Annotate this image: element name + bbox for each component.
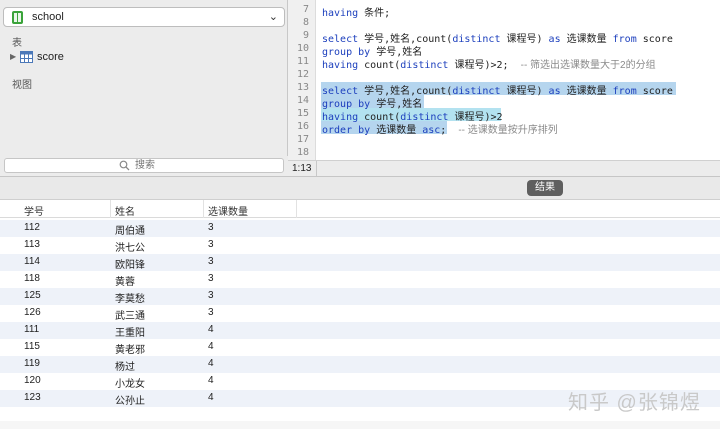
code-line-16: order by 选课数量 asc; -- 选课数量按升序排列: [322, 125, 558, 136]
line-number: 13: [296, 82, 309, 93]
code-line-13: select 学号,姓名,count(distinct 课程号) as 选课数量…: [322, 86, 673, 97]
column-header[interactable]: 学号: [24, 203, 44, 218]
search-field[interactable]: [4, 158, 284, 173]
line-number: 11: [296, 56, 309, 67]
line-number: 18: [296, 147, 309, 158]
line-number: 15: [296, 108, 309, 119]
code-line-14: group by 学号,姓名: [322, 99, 423, 110]
table-row[interactable]: 115 黄老邪 4: [0, 339, 720, 356]
horizontal-scrollbar[interactable]: [0, 421, 720, 429]
column-header[interactable]: 选课数量: [208, 203, 248, 218]
line-number: 9: [302, 30, 309, 41]
table-row[interactable]: 118 黄蓉 3: [0, 271, 720, 288]
database-name: school: [32, 11, 64, 23]
line-number: 7: [302, 4, 309, 15]
column-divider[interactable]: [110, 200, 111, 218]
table-row[interactable]: 112 周伯通 3: [0, 220, 720, 237]
results-toolbar: 结果: [0, 176, 720, 200]
tab-results[interactable]: 结果: [527, 180, 563, 196]
editor-status-bar: 1:13: [288, 160, 720, 177]
line-number-gutter: 7 8 9 10 11 12 13 14 15 16 17 18: [288, 0, 316, 160]
table-header: 学号 姓名 选课数量: [0, 200, 720, 218]
sidebar: school ⌄ 表 ▶ score 视图: [0, 0, 288, 176]
table-row[interactable]: 119 杨过 4: [0, 356, 720, 373]
code-line-11: having count(distinct 课程号)>2; -- 筛选出选课数量…: [322, 60, 656, 71]
table-row[interactable]: 114 欧阳锋 3: [0, 254, 720, 271]
search-input[interactable]: [135, 159, 235, 172]
search-icon: [119, 160, 130, 171]
table-row[interactable]: 125 李莫愁 3: [0, 288, 720, 305]
cursor-position: 1:13: [292, 163, 312, 174]
views-section-label: 视图: [12, 80, 32, 91]
code-line-10: group by 学号,姓名: [322, 47, 423, 58]
line-number: 10: [296, 43, 309, 54]
line-number: 8: [302, 17, 309, 28]
database-select[interactable]: school ⌄: [3, 7, 285, 27]
line-number: 12: [296, 69, 309, 80]
disclosure-triangle-icon[interactable]: ▶: [10, 52, 16, 61]
chevron-down-icon: ⌄: [268, 11, 278, 23]
line-number: 14: [296, 95, 309, 106]
database-icon: [12, 11, 23, 24]
sql-editor[interactable]: 7 8 9 10 11 12 13 14 15 16 17 18 having …: [288, 0, 720, 160]
table-icon: [20, 51, 33, 63]
code-line-7: having 条件;: [322, 8, 391, 19]
table-row[interactable]: 113 洪七公 3: [0, 237, 720, 254]
table-row[interactable]: 126 武三通 3: [0, 305, 720, 322]
line-number: 16: [296, 121, 309, 132]
column-header[interactable]: 姓名: [115, 203, 135, 218]
line-number: 17: [296, 134, 309, 145]
sidebar-search-bar: [0, 156, 288, 176]
column-divider[interactable]: [296, 200, 297, 218]
table-row[interactable]: 111 王重阳 4: [0, 322, 720, 339]
watermark: 知乎 @张锦煜: [568, 392, 701, 414]
divider: [316, 161, 317, 177]
tables-section-label: 表: [12, 38, 22, 49]
column-divider[interactable]: [203, 200, 204, 218]
code-line-9: select 学号,姓名,count(distinct 课程号) as 选课数量…: [322, 34, 673, 45]
code-line-15: having count(distinct 课程号)>2: [322, 112, 503, 123]
table-name: score: [37, 51, 64, 63]
